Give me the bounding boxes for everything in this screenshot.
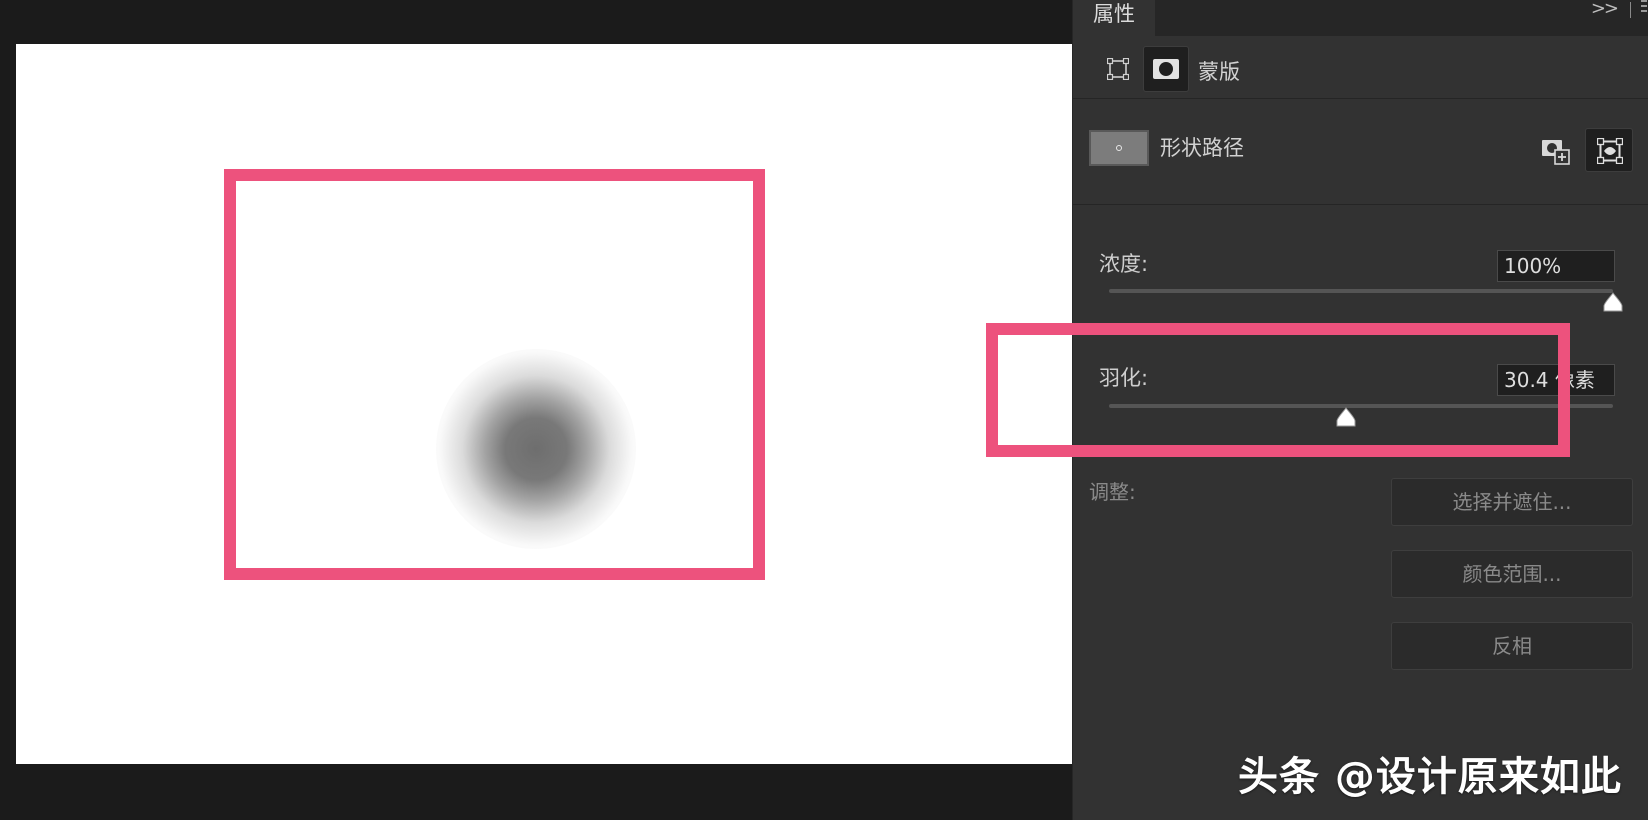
- pixel-mask-icon[interactable]: [1107, 58, 1129, 80]
- panel-menu-icon[interactable]: [1641, 0, 1647, 18]
- mask-icon: [1153, 59, 1179, 79]
- select-and-mask-button[interactable]: 选择并遮住...: [1391, 478, 1633, 526]
- photoshop-workspace: 属性 >> 蒙版 形状路径 浓度: 100% 羽化: 30.4 像素 调整: 选…: [0, 0, 1648, 820]
- mask-label: 蒙版: [1198, 60, 1240, 84]
- feather-highlight-frame: [986, 323, 1570, 457]
- shape-path-thumbnail[interactable]: [1089, 130, 1149, 166]
- collapse-panel-icon[interactable]: >>: [1591, 0, 1619, 19]
- tab-properties[interactable]: 属性: [1073, 0, 1155, 36]
- divider: [1073, 204, 1648, 205]
- mask-type-row: 蒙版: [1073, 44, 1648, 102]
- density-slider-thumb[interactable]: [1602, 291, 1624, 313]
- tab-divider: [1630, 2, 1631, 18]
- color-range-button[interactable]: 颜色范围...: [1391, 550, 1633, 598]
- add-mask-icon[interactable]: [1541, 138, 1571, 166]
- shape-path-label: 形状路径: [1160, 136, 1244, 160]
- tab-properties-label: 属性: [1093, 2, 1135, 26]
- adjust-label: 调整:: [1089, 480, 1136, 504]
- invert-button[interactable]: 反相: [1391, 622, 1633, 670]
- canvas-highlight-frame: [224, 169, 765, 580]
- vector-mask-button[interactable]: [1143, 46, 1189, 92]
- vector-path-icon: [1597, 138, 1623, 164]
- density-slider-track[interactable]: [1109, 289, 1613, 293]
- select-vector-mask-button[interactable]: [1585, 128, 1633, 172]
- watermark-text: 头条 @设计原来如此: [1238, 754, 1622, 800]
- density-input[interactable]: 100%: [1497, 250, 1615, 282]
- panel-tab-strip: 属性 >>: [1073, 0, 1648, 36]
- divider: [1073, 98, 1648, 99]
- density-label: 浓度:: [1099, 252, 1149, 276]
